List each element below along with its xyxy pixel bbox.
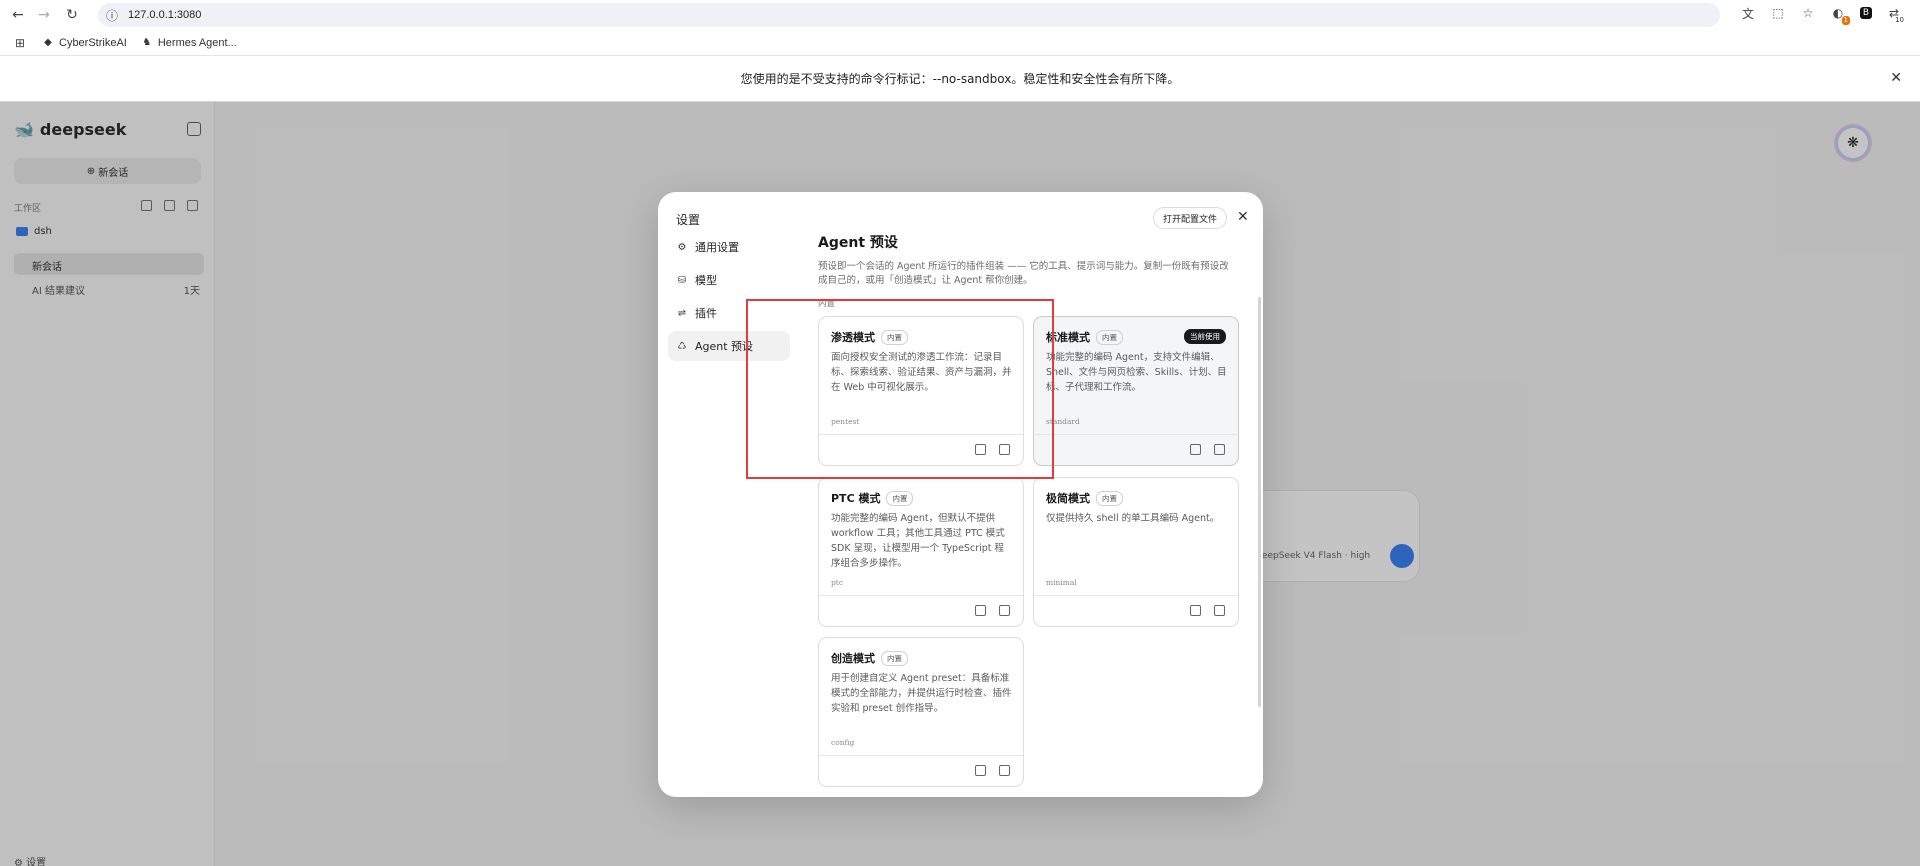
- presets-content: Agent 预设 预设即一个会话的 Agent 所运行的插件组装 —— 它的工具…: [818, 232, 1253, 288]
- builtin-badge: 内置: [881, 650, 908, 666]
- extension-area: 文 ⬚ ☆ ◐1 B ⇄10 ⧉ ◉ ⋮: [1740, 5, 1920, 25]
- card-footer: [819, 755, 1023, 787]
- nav-label: 模型: [695, 274, 717, 287]
- highlight-box: [746, 299, 1054, 479]
- site-info-icon[interactable]: ⓘ: [104, 7, 120, 23]
- card-description: 仅提供持久 shell 的单工具编码 Agent。: [1046, 513, 1220, 524]
- warning-text: 您使用的是不受支持的命令行标记：--no-sandbox。稳定性和安全性会有所下…: [740, 72, 1180, 86]
- card-description: 功能完整的编码 Agent，支持文件编辑、Shell、文件与网页检索、Skill…: [1046, 352, 1227, 393]
- card-header: 创造模式 内置: [831, 650, 908, 666]
- forward-icon[interactable]: →: [34, 5, 54, 25]
- extension-counter-badge: 10: [1895, 16, 1904, 24]
- url-text: 127.0.0.1:3080: [128, 9, 202, 21]
- card-name: 创造模式: [831, 652, 875, 665]
- card-description: 用于创建自定义 Agent preset：具备标准模式的全部能力，并提供运行时检…: [831, 673, 1012, 714]
- copy-icon[interactable]: [999, 765, 1010, 776]
- database-icon: ⛁: [677, 274, 687, 286]
- open-config-button[interactable]: 打开配置文件: [1153, 207, 1228, 229]
- back-icon[interactable]: ←: [8, 5, 28, 25]
- settings-modal: 设置 打开配置文件 ✕ ⚙ 通用设置 ⛁ 模型 ⇌ 插件 ♺ Agent 预设 …: [658, 192, 1263, 797]
- nav-label: 通用设置: [695, 241, 739, 254]
- card-name: 极简模式: [1046, 492, 1090, 505]
- extension-shield-icon[interactable]: ◐ 1: [1830, 5, 1850, 25]
- apps-grid-icon[interactable]: ⊞: [12, 35, 28, 51]
- builtin-badge: 内置: [1096, 329, 1123, 345]
- bookmark-star-icon[interactable]: ☆: [1800, 5, 1816, 21]
- close-icon[interactable]: ✕: [1890, 70, 1902, 86]
- recycle-icon: ♺: [677, 340, 687, 352]
- gear-icon: ⚙: [677, 241, 687, 253]
- card-slug: ptc: [831, 578, 844, 587]
- preset-card-minimal[interactable]: 极简模式 内置 仅提供持久 shell 的单工具编码 Agent。 minima…: [1033, 477, 1239, 627]
- sliders-icon: ⇌: [677, 307, 687, 319]
- cyberstrike-icon: ◆: [44, 37, 52, 48]
- extensions-puzzle-icon[interactable]: ⧉: [1916, 5, 1920, 21]
- card-slug: minimal: [1046, 578, 1077, 587]
- edit-icon[interactable]: [975, 605, 986, 616]
- card-header: 极简模式 内置: [1046, 490, 1123, 506]
- bookmark-cyberstrike[interactable]: ◆ CyberStrikeAI: [42, 37, 127, 49]
- reload-icon[interactable]: ↻: [62, 5, 82, 25]
- sandbox-warning-bar: 您使用的是不受支持的命令行标记：--no-sandbox。稳定性和安全性会有所下…: [0, 55, 1920, 102]
- page-description: 预设即一个会话的 Agent 所运行的插件组装 —— 它的工具、提示词与能力。复…: [818, 261, 1229, 286]
- hermes-icon: ♞: [142, 37, 152, 48]
- builtin-badge: 内置: [1096, 490, 1123, 506]
- card-footer: [819, 595, 1023, 627]
- card-footer: [1034, 595, 1238, 627]
- copy-icon[interactable]: [1214, 444, 1225, 455]
- content-scrollbar[interactable]: [1258, 297, 1261, 707]
- edit-icon[interactable]: [1190, 605, 1201, 616]
- translate-icon[interactable]: 文: [1740, 5, 1756, 21]
- nav-label: Agent 预设: [695, 340, 754, 353]
- card-slug: config: [831, 738, 855, 747]
- modal-title: 设置: [676, 213, 701, 227]
- bookmarks-bar: ⊞ ◆ CyberStrikeAI ♞ Hermes Agent...: [0, 30, 1920, 55]
- preset-card-config[interactable]: 创造模式 内置 用于创建自定义 Agent preset：具备标准模式的全部能力…: [818, 637, 1024, 787]
- preset-card-ptc[interactable]: PTC 模式 内置 功能完整的编码 Agent，但默认不提供 workflow …: [818, 477, 1024, 627]
- page-title: Agent 预设: [818, 235, 898, 251]
- close-icon[interactable]: ✕: [1237, 209, 1249, 225]
- card-name: PTC 模式: [831, 492, 881, 505]
- nav-label: 插件: [695, 307, 717, 320]
- card-description: 功能完整的编码 Agent，但默认不提供 workflow 工具；其他工具通过 …: [831, 513, 1005, 569]
- extension-counter-icon[interactable]: ⇄ 10: [1886, 5, 1904, 24]
- address-bar[interactable]: ⓘ 127.0.0.1:3080: [98, 3, 1720, 27]
- card-header: PTC 模式 内置: [831, 490, 914, 506]
- install-icon[interactable]: ⬚: [1770, 5, 1786, 21]
- card-footer: [1034, 434, 1238, 466]
- extension-b-icon[interactable]: B: [1860, 7, 1872, 19]
- bookmark-label: CyberStrikeAI: [59, 36, 127, 49]
- preset-card-standard[interactable]: 标准模式 内置 当前使用 功能完整的编码 Agent，支持文件编辑、Shell、…: [1033, 316, 1239, 466]
- bookmark-hermes[interactable]: ♞ Hermes Agent...: [141, 36, 237, 49]
- edit-icon[interactable]: [975, 765, 986, 776]
- builtin-badge: 内置: [886, 490, 914, 506]
- bookmark-label: Hermes Agent...: [157, 36, 237, 49]
- card-header: 标准模式 内置: [1046, 329, 1123, 345]
- browser-toolbar: ← → ↻ ⓘ 127.0.0.1:3080 文 ⬚ ☆ ◐1 B ⇄10 ⧉ …: [0, 0, 1920, 30]
- edit-icon[interactable]: [1190, 444, 1201, 455]
- nav-models[interactable]: ⛁ 模型: [668, 265, 790, 295]
- copy-icon[interactable]: [999, 605, 1010, 616]
- current-badge: 当前使用: [1184, 329, 1226, 344]
- nav-general[interactable]: ⚙ 通用设置: [668, 232, 790, 262]
- copy-icon[interactable]: [1214, 605, 1225, 616]
- extension-badge: 1: [1841, 16, 1850, 25]
